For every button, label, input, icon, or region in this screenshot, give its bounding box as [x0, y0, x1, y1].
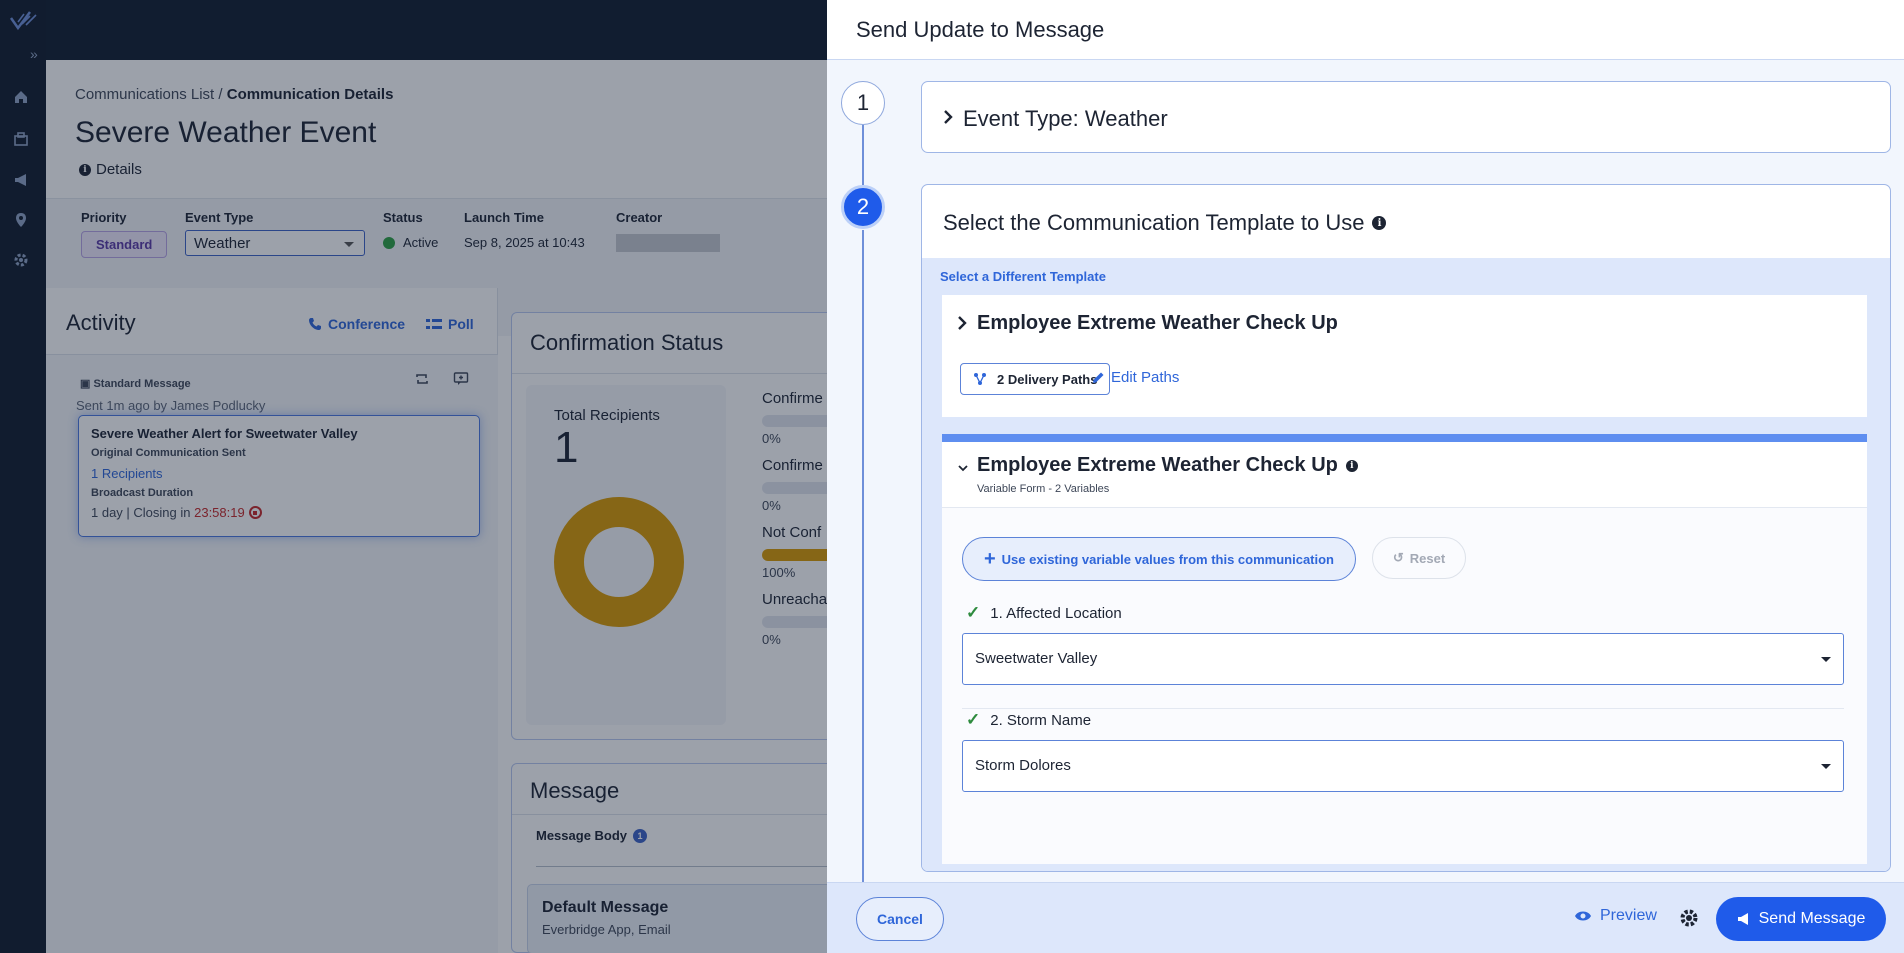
activity-message-card[interactable]: Severe Weather Alert for Sweetwater Vall…	[78, 415, 480, 537]
dropdown-caret-icon	[1821, 657, 1831, 662]
event-type-step-card[interactable]: Event Type: Weather	[921, 81, 1891, 153]
chevron-down-icon[interactable]	[958, 464, 968, 472]
step-1-indicator: 1	[841, 81, 885, 125]
expanded-template-header[interactable]: Employee Extreme Weather Check Up i Vari…	[942, 442, 1867, 508]
template-name[interactable]: Employee Extreme Weather Check Up	[977, 312, 1338, 335]
status-value: Active	[403, 235, 439, 250]
settings-gear-icon[interactable]	[1677, 906, 1701, 930]
eye-icon	[1575, 911, 1591, 921]
delivery-paths-button[interactable]: 2 Delivery Paths	[960, 363, 1111, 395]
activity-panel: Activity Conference Poll ▣ Standard Mess…	[46, 288, 498, 953]
message-body-label: Message Body 1	[536, 828, 648, 843]
megaphone-icon[interactable]	[12, 171, 30, 189]
template-step-content: Select a Different Template Employee Ext…	[922, 258, 1890, 871]
select-different-template-link[interactable]: Select a Different Template	[940, 269, 1106, 284]
stop-broadcast-icon[interactable]	[248, 506, 262, 519]
template-step-title: Select the Communication Template to Use…	[943, 210, 1387, 236]
checkmark-icon: ✓	[966, 603, 981, 622]
left-nav-rail: »	[0, 0, 46, 953]
template-name: Employee Extreme Weather Check Up i	[977, 454, 1358, 477]
dropdown-caret-icon	[344, 242, 354, 247]
dropdown-caret-icon	[1821, 764, 1831, 769]
total-recipients-card: Total Recipients 1	[526, 385, 726, 725]
countdown-timer: 23:58:19	[194, 505, 245, 520]
expand-nav-icon[interactable]: »	[30, 46, 38, 62]
broadcast-duration: 1 day | Closing in 23:58:19	[91, 505, 467, 520]
message-type-label: ▣ Standard Message	[80, 378, 191, 390]
drawer-footer: Cancel Preview Send Message	[827, 882, 1904, 953]
phone-icon	[309, 318, 321, 330]
creator-redacted	[616, 234, 720, 252]
recipients-link[interactable]: 1 Recipients	[91, 466, 467, 481]
breadcrumb: Communications List / Communication Deta…	[75, 86, 394, 103]
chevron-right-icon	[944, 110, 953, 124]
location-pin-icon[interactable]	[12, 211, 30, 229]
breadcrumb-parent[interactable]: Communications List	[75, 86, 214, 103]
template-option-expanded: Employee Extreme Weather Check Up i Vari…	[942, 434, 1867, 864]
status-dot-icon	[383, 236, 395, 249]
preview-button[interactable]: Preview	[1574, 907, 1657, 925]
pencil-icon	[1093, 372, 1104, 383]
template-option-collapsed: Employee Extreme Weather Check Up 2 Deli…	[942, 295, 1867, 417]
info-icon[interactable]: i	[1372, 216, 1387, 230]
launch-time-field: Launch Time Sep 8, 2025 at 10:43	[464, 210, 585, 250]
launch-time-value: Sep 8, 2025 at 10:43	[464, 235, 585, 250]
building-icon[interactable]	[12, 130, 30, 148]
activity-title: Activity	[66, 310, 136, 335]
drawer-title: Send Update to Message	[856, 17, 1105, 42]
sent-by-text: Sent 1m ago by James Podlucky	[76, 398, 266, 413]
variable-label-storm: ✓ 2. Storm Name	[966, 710, 1092, 729]
send-update-drawer: Send Update to Message 1 2 Event Type: W…	[827, 0, 1904, 953]
edit-paths-link[interactable]: Edit Paths	[1092, 369, 1179, 386]
affected-location-select[interactable]: Sweetwater Valley	[962, 633, 1844, 685]
drawer-body: 1 2 Event Type: Weather Select the Commu…	[827, 60, 1904, 882]
repeat-icon[interactable]	[414, 371, 430, 387]
creator-field: Creator	[616, 210, 720, 252]
count-badge: 1	[633, 828, 648, 843]
comment-add-icon[interactable]	[453, 371, 469, 387]
settings-gear-icon[interactable]	[12, 251, 30, 269]
paths-icon	[974, 373, 986, 385]
megaphone-icon	[1737, 913, 1748, 925]
reset-button[interactable]: ↺ Reset	[1372, 537, 1466, 579]
home-icon[interactable]	[12, 88, 30, 106]
poll-icon	[426, 319, 442, 329]
total-recipients-value: 1	[554, 423, 579, 472]
plus-icon: +	[983, 547, 996, 570]
status-field: Status Active	[383, 210, 439, 250]
cancel-button[interactable]: Cancel	[856, 897, 944, 941]
activity-feed: ▣ Standard Message Sent 1m ago by James …	[46, 355, 498, 953]
event-type-field: Event Type Weather	[185, 210, 365, 256]
step-2-indicator: 2	[841, 185, 885, 229]
priority-field: Priority Standard	[81, 210, 168, 258]
undo-icon: ↺	[1392, 550, 1404, 565]
chevron-right-icon[interactable]	[956, 315, 968, 331]
recipients-donut-chart	[554, 497, 684, 627]
info-icon: i	[79, 163, 91, 176]
priority-badge: Standard	[81, 231, 168, 258]
drawer-header: Send Update to Message	[827, 0, 1904, 60]
poll-button[interactable]: Poll	[426, 316, 474, 332]
template-step-card: Select the Communication Template to Use…	[921, 184, 1891, 872]
brand-logo[interactable]	[8, 8, 40, 32]
storm-name-select[interactable]: Storm Dolores	[962, 740, 1844, 792]
variable-label-location: ✓ 1. Affected Location	[966, 603, 1122, 622]
template-subtitle: Variable Form - 2 Variables	[977, 483, 1110, 495]
event-type-select[interactable]: Weather	[185, 230, 365, 256]
send-message-button[interactable]: Send Message	[1716, 897, 1886, 941]
info-icon[interactable]: i	[1345, 459, 1358, 472]
page-title: Severe Weather Event	[75, 116, 377, 149]
checkmark-icon: ✓	[966, 710, 981, 729]
breadcrumb-current: Communication Details	[226, 86, 394, 103]
use-existing-values-button[interactable]: + Use existing variable values from this…	[962, 537, 1356, 581]
conference-button[interactable]: Conference	[308, 316, 405, 332]
details-link[interactable]: i Details	[79, 161, 142, 178]
